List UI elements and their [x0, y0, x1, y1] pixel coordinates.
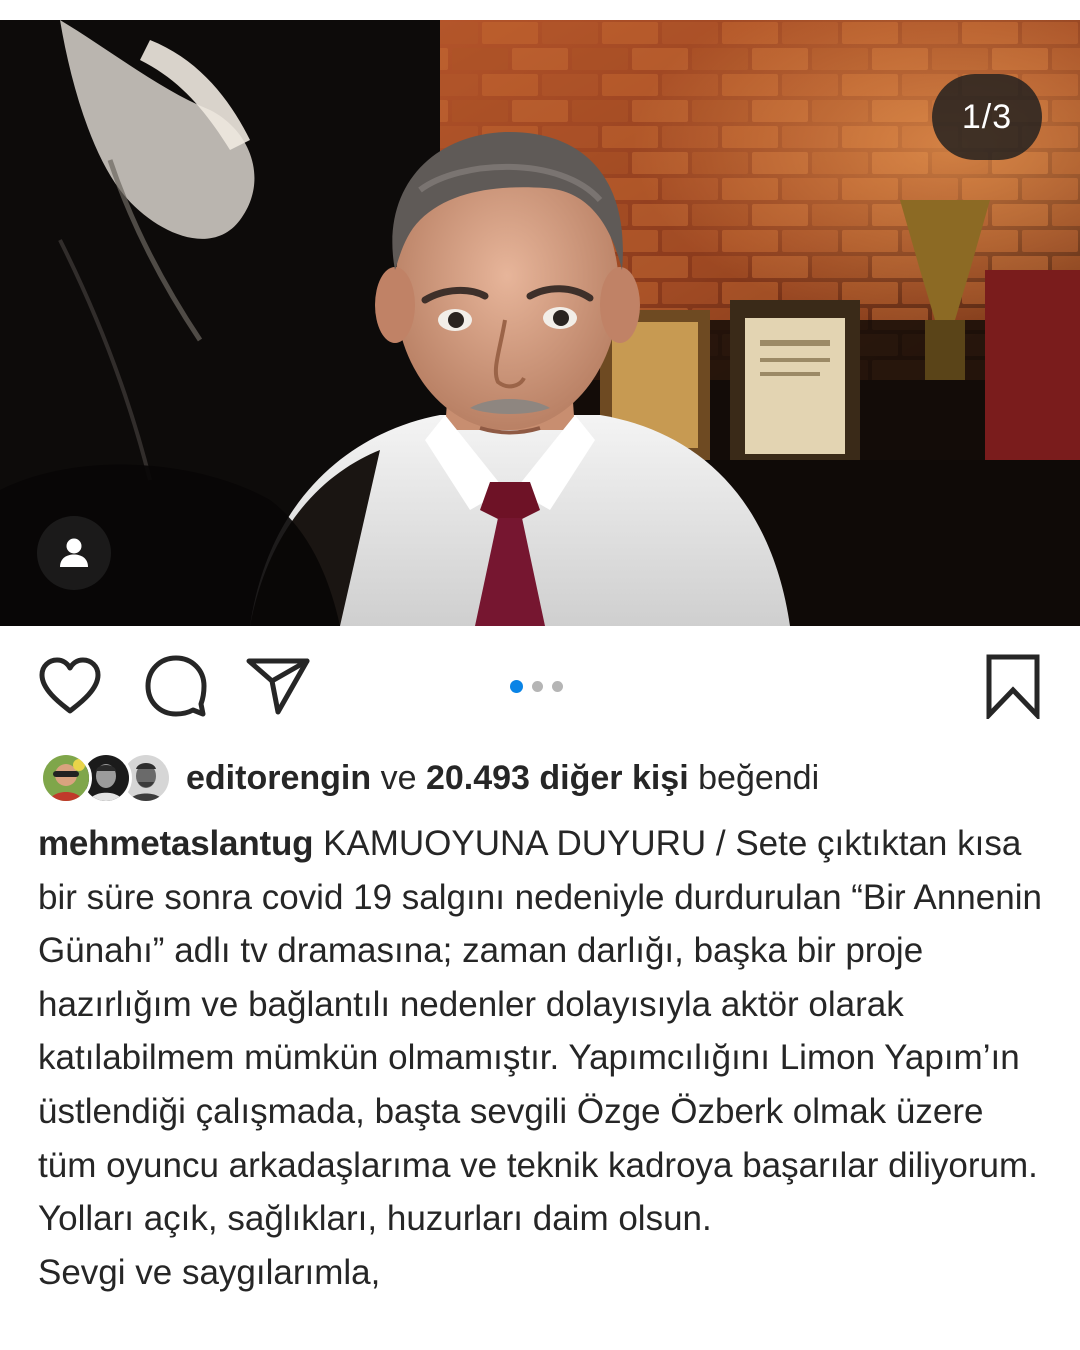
post-image	[0, 20, 1080, 626]
tagged-people-button[interactable]	[37, 516, 111, 590]
caption-username[interactable]: mehmetaslantug	[38, 824, 314, 863]
post-caption: mehmetaslantug KAMUOYUNA DUYURU / Sete ç…	[38, 817, 1048, 1299]
share-button[interactable]	[240, 640, 316, 732]
likes-connector: ve	[380, 758, 417, 797]
post-action-bar	[0, 640, 1080, 732]
likes-suffix: beğendi	[698, 758, 820, 797]
carousel-dot	[532, 680, 543, 692]
bookmark-outline-icon	[986, 654, 1040, 719]
person-icon	[60, 538, 88, 567]
heart-outline-icon	[39, 657, 101, 714]
avatar-image	[43, 755, 89, 801]
carousel-dot	[552, 680, 563, 692]
carousel-page-counter: 1/3	[932, 74, 1042, 160]
first-liker-username[interactable]: editorengin	[186, 759, 371, 798]
paper-plane-icon	[246, 658, 310, 715]
comment-button[interactable]	[138, 640, 214, 732]
like-button[interactable]	[30, 640, 110, 732]
comment-bubble-icon	[145, 655, 207, 717]
instagram-post: 1/3 editorengin ve 20.493 diğer kişi beğ…	[0, 0, 1080, 1350]
liker-avatars[interactable]	[40, 752, 172, 804]
post-photo[interactable]: 1/3	[0, 20, 1080, 626]
avatar[interactable]	[40, 752, 92, 804]
caption-text: KAMUOYUNA DUYURU / Sete çıktıktan kısa b…	[38, 824, 1042, 1292]
save-button[interactable]	[976, 640, 1050, 732]
carousel-dot-active	[510, 679, 523, 693]
carousel-indicator	[510, 678, 563, 694]
likes-count[interactable]: 20.493 diğer kişi	[426, 759, 689, 798]
likes-summary[interactable]: editorengin ve 20.493 diğer kişi beğendi	[40, 752, 819, 804]
